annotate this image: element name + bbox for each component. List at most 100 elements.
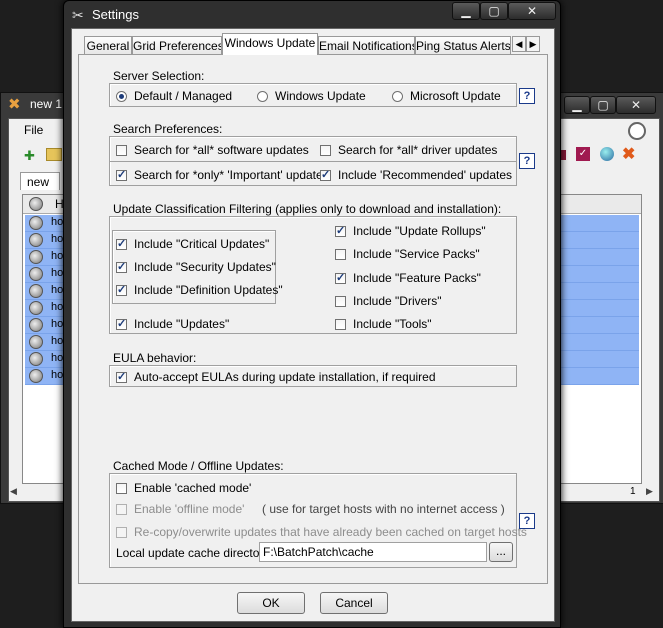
status-icon <box>29 284 43 298</box>
minimize-icon[interactable]: ▁ <box>564 96 590 114</box>
checkbox-only-important[interactable]: Search for *only* 'Important' updates <box>116 168 329 182</box>
checkbox-security-updates[interactable]: Include "Security Updates" <box>116 260 276 274</box>
radio-dot <box>257 90 268 102</box>
radio-default-managed[interactable]: Default / Managed <box>116 89 232 103</box>
radio-windows-update[interactable]: Windows Update <box>257 89 366 103</box>
status-icon <box>29 216 43 230</box>
checkbox-updates[interactable]: Include "Updates" <box>116 317 229 331</box>
server-selection-help-button[interactable]: ? <box>519 88 535 104</box>
radio-dot <box>392 90 403 102</box>
check-icon[interactable]: ✓ <box>576 147 590 161</box>
browse-button[interactable]: ... <box>489 542 513 562</box>
dialog-title: Settings <box>92 7 139 22</box>
ok-button[interactable]: OK <box>237 592 305 614</box>
checkbox-label: Include "Critical Updates" <box>134 237 270 251</box>
checkbox-box <box>116 370 127 383</box>
checkbox-service-packs[interactable]: Include "Service Packs" <box>335 247 480 261</box>
status-icon <box>29 369 43 383</box>
checkbox-label: Re-copy/overwrite updates that have alre… <box>134 525 527 539</box>
checkbox-box <box>320 168 331 181</box>
eula-label: EULA behavior: <box>113 351 197 365</box>
folder-icon[interactable] <box>46 148 62 161</box>
minimize-icon[interactable]: ▁ <box>452 2 480 20</box>
tab-scroll-right-icon[interactable]: ▶ <box>526 36 540 52</box>
cache-directory-label: Local update cache directory: <box>116 546 273 560</box>
status-icon <box>29 352 43 366</box>
globe-icon[interactable] <box>600 147 614 161</box>
checkbox-box <box>335 318 346 330</box>
checkbox-box <box>335 224 346 237</box>
status-icon <box>29 267 43 281</box>
status-icon <box>29 233 43 247</box>
close-icon[interactable]: ✕ <box>616 96 656 114</box>
checkbox-include-recommended[interactable]: Include 'Recommended' updates <box>320 168 512 182</box>
checkbox-definition-updates[interactable]: Include "Definition Updates" <box>116 283 283 297</box>
checkbox-enable-offline-mode[interactable]: Enable 'offline mode' <box>116 502 244 516</box>
maximize-icon[interactable]: ▢ <box>590 96 616 114</box>
cancel-button[interactable]: Cancel <box>320 592 388 614</box>
checkbox-label: Include "Updates" <box>134 317 230 331</box>
tab-email-notifications[interactable]: Email Notifications <box>318 36 415 54</box>
radio-label: Default / Managed <box>134 89 233 103</box>
tab-ping-status-alerts[interactable]: Ping Status Alerts <box>415 36 511 54</box>
checkbox-box <box>116 526 127 538</box>
checkbox-all-software[interactable]: Search for *all* software updates <box>116 143 309 157</box>
tab-windows-update[interactable]: Windows Update <box>222 33 318 55</box>
search-preferences-help-button[interactable]: ? <box>519 153 535 169</box>
server-selection-label: Server Selection: <box>113 69 205 83</box>
checkbox-box <box>116 503 127 515</box>
checkbox-box <box>116 168 127 181</box>
host-cell: ho <box>51 250 64 262</box>
checkbox-tools[interactable]: Include "Tools" <box>335 317 432 331</box>
grid-tab[interactable]: new 1 <box>20 172 60 207</box>
tab-scroll-left-icon[interactable]: ◀ <box>512 36 526 52</box>
add-host-icon[interactable]: ✚ <box>24 148 35 164</box>
cache-directory-input[interactable]: F:\BatchPatch\cache <box>259 542 487 562</box>
status-icon <box>29 250 43 264</box>
checkbox-auto-accept-eula[interactable]: Auto-accept EULAs during update installa… <box>116 370 436 384</box>
checkbox-label: Include "Drivers" <box>353 294 442 308</box>
checkbox-box <box>335 295 346 307</box>
tab-grid-preferences[interactable]: Grid Preferences <box>132 36 222 54</box>
cached-mode-label: Cached Mode / Offline Updates: <box>113 459 284 473</box>
app-icon: ✖ <box>8 96 21 113</box>
checkbox-box <box>116 260 127 273</box>
maximize-icon[interactable]: ▢ <box>480 2 508 20</box>
scroll-right-icon[interactable]: ▶ <box>646 486 653 497</box>
checkbox-critical-updates[interactable]: Include "Critical Updates" <box>116 237 269 251</box>
checkbox-label: Search for *all* driver updates <box>338 143 498 157</box>
checkbox-label: Auto-accept EULAs during update installa… <box>134 370 436 384</box>
scroll-left-icon[interactable]: ◀ <box>10 486 17 497</box>
checkbox-box <box>335 248 346 260</box>
checkbox-label: Include "Definition Updates" <box>134 283 283 297</box>
checkbox-feature-packs[interactable]: Include "Feature Packs" <box>335 271 481 285</box>
checkbox-label: Include "Service Packs" <box>353 247 480 261</box>
status-count: 1 <box>630 486 636 497</box>
delete-icon[interactable]: ✖ <box>622 144 635 164</box>
checkbox-drivers[interactable]: Include "Drivers" <box>335 294 442 308</box>
host-cell: ho <box>51 284 64 296</box>
clock-icon[interactable] <box>628 122 646 140</box>
checkbox-recopy-updates[interactable]: Re-copy/overwrite updates that have alre… <box>116 525 527 539</box>
menu-file[interactable]: File <box>24 123 43 137</box>
checkbox-box <box>335 271 346 284</box>
close-icon[interactable]: ✕ <box>508 2 556 20</box>
checkbox-all-driver[interactable]: Search for *all* driver updates <box>320 143 497 157</box>
radio-microsoft-update[interactable]: Microsoft Update <box>392 89 501 103</box>
checkbox-box <box>320 144 331 156</box>
checkbox-label: Search for *only* 'Important' updates <box>134 168 329 182</box>
checkbox-enable-cached-mode[interactable]: Enable 'cached mode' <box>116 481 251 495</box>
tab-general[interactable]: General <box>84 36 132 54</box>
host-cell: ho <box>51 233 64 245</box>
checkbox-label: Search for *all* software updates <box>134 143 309 157</box>
host-cell: ho <box>51 216 64 228</box>
checkbox-update-rollups[interactable]: Include "Update Rollups" <box>335 224 486 238</box>
host-cell: ho <box>51 369 64 381</box>
checkbox-box <box>116 144 127 156</box>
checkbox-box <box>116 237 127 250</box>
search-preferences-label: Search Preferences: <box>113 122 223 136</box>
cached-mode-help-button[interactable]: ? <box>519 513 535 529</box>
dialog-caption-buttons: ▁ ▢ ✕ <box>452 0 556 24</box>
status-icon <box>29 197 43 211</box>
checkbox-label: Include "Feature Packs" <box>353 271 481 285</box>
